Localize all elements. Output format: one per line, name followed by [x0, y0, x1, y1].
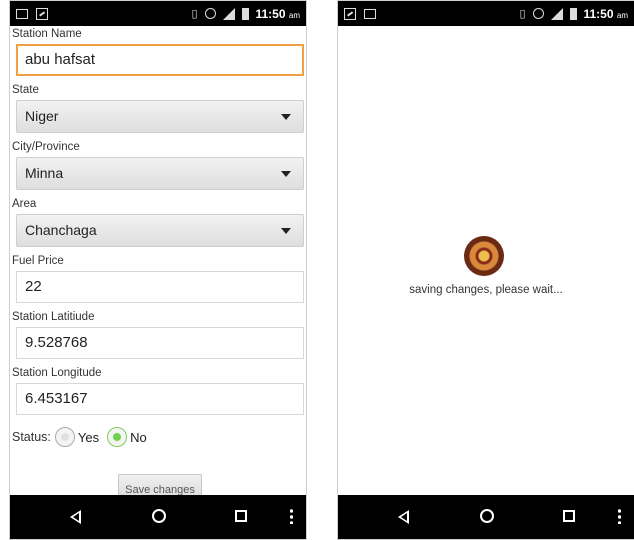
image-notification-icon [344, 7, 356, 20]
area-select-value: Chanchaga [25, 222, 97, 238]
home-icon[interactable] [152, 509, 166, 523]
dropdown-caret-icon [281, 171, 291, 177]
area-label: Area [12, 198, 37, 210]
city-label: City/Province [12, 141, 80, 153]
status-no-radio[interactable] [107, 427, 128, 447]
vibrate-icon: ▯ [191, 8, 198, 20]
state-label: State [12, 84, 39, 96]
back-icon[interactable] [398, 510, 409, 524]
fuel-price-input[interactable]: 22 [16, 271, 304, 303]
longitude-input[interactable]: 6.453167 [16, 383, 304, 415]
overflow-menu-icon[interactable] [618, 508, 621, 524]
station-name-input[interactable]: abu hafsat [16, 44, 304, 76]
dropdown-caret-icon [281, 228, 291, 234]
phone-screen-form: ▯ 11:50 am Station Name abu hafsat State… [9, 0, 307, 540]
latitude-label: Station Latitiude [12, 311, 95, 323]
notification-icon [16, 8, 28, 19]
edit-station-form: Station Name abu hafsat State Niger City… [10, 26, 306, 498]
back-icon[interactable] [70, 510, 81, 524]
city-select[interactable]: Minna [16, 157, 304, 190]
area-select[interactable]: Chanchaga [16, 214, 304, 247]
status-time: 11:50 am [583, 6, 629, 21]
fuel-price-label: Fuel Price [12, 255, 64, 267]
alarm-icon [532, 8, 544, 19]
latitude-input[interactable]: 9.528768 [16, 327, 304, 359]
image-notification-icon [36, 7, 48, 20]
recents-icon[interactable] [235, 510, 247, 522]
station-name-label: Station Name [12, 28, 82, 40]
battery-icon [569, 7, 577, 20]
status-label: Status: [12, 430, 51, 444]
vibrate-icon: ▯ [519, 8, 526, 20]
notification-icon [364, 8, 376, 19]
status-no-label[interactable]: No [130, 430, 147, 445]
status-bar: ▯ 11:50 am [10, 1, 306, 26]
status-yes-radio[interactable] [54, 427, 75, 447]
signal-icon [550, 7, 563, 20]
navigation-bar [338, 495, 634, 539]
loading-screen: saving changes, please wait... [338, 26, 634, 495]
navigation-bar [10, 495, 306, 539]
battery-icon [241, 7, 249, 20]
status-time: 11:50 am [255, 6, 301, 21]
status-radio-group: Status: Yes No [10, 427, 306, 447]
saving-message: saving changes, please wait... [409, 284, 563, 296]
phone-screen-saving: ▯ 11:50 am saving changes, please wait..… [337, 0, 634, 540]
recents-icon[interactable] [563, 510, 575, 522]
overflow-menu-icon[interactable] [290, 508, 293, 524]
signal-icon [222, 7, 235, 20]
status-yes-label[interactable]: Yes [78, 430, 99, 445]
roulette-spinner-icon [464, 236, 504, 276]
alarm-icon [204, 8, 216, 19]
status-bar: ▯ 11:50 am [338, 1, 634, 26]
dropdown-caret-icon [281, 114, 291, 120]
city-select-value: Minna [25, 165, 64, 181]
home-icon[interactable] [480, 509, 494, 523]
state-select[interactable]: Niger [16, 100, 304, 133]
state-select-value: Niger [25, 108, 59, 124]
longitude-label: Station Longitude [12, 367, 102, 379]
